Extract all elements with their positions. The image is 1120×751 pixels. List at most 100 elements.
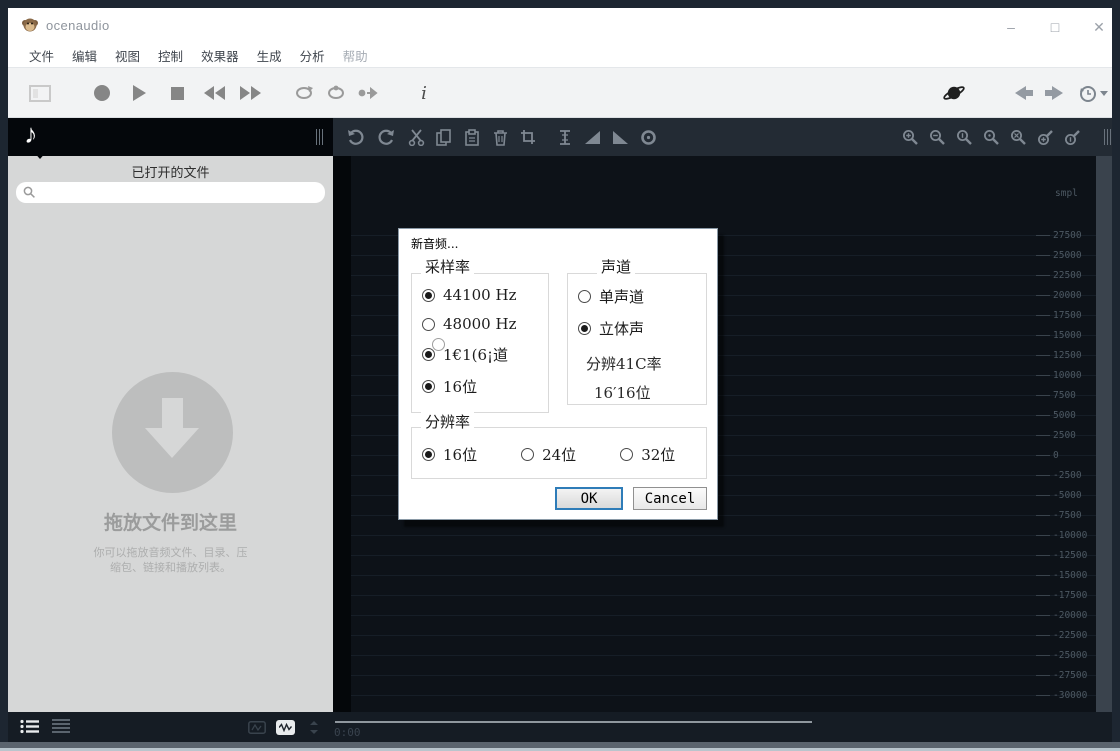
ruler-tick: [1036, 315, 1050, 316]
fast-forward-icon: [240, 86, 250, 100]
dropzone[interactable]: [112, 372, 233, 493]
play-from-cursor-button[interactable]: [356, 68, 380, 118]
menu-item[interactable]: 生成: [248, 43, 291, 68]
radio-option[interactable]: 单声道: [578, 286, 706, 307]
radio-option[interactable]: 立体声: [578, 318, 706, 339]
rewind-icon: [204, 86, 214, 100]
loop-button[interactable]: [292, 68, 316, 118]
radio-option[interactable]: 16位: [422, 444, 477, 465]
zoom-selection-button[interactable]: [951, 118, 978, 156]
copy-button[interactable]: [430, 118, 458, 156]
minimize-button[interactable]: –: [996, 16, 1026, 38]
search-icon: [23, 186, 36, 199]
app-logo-monkey-icon: [22, 17, 38, 33]
sidebar-toggle-button[interactable]: [24, 68, 56, 118]
compact-list-view-button[interactable]: [52, 719, 70, 733]
horizontal-scrollbar[interactable]: [335, 721, 812, 723]
ruler-tick: [1036, 695, 1050, 696]
radio-icon[interactable]: [578, 290, 591, 303]
search-input[interactable]: [16, 182, 325, 203]
paste-button[interactable]: [458, 118, 486, 156]
play-button[interactable]: [130, 68, 148, 118]
ruler-label: -7500: [1053, 510, 1082, 521]
logo-strip: ♪: [8, 118, 333, 156]
zoom-all-button[interactable]: [1005, 118, 1032, 156]
view-mode-waveform-button[interactable]: [276, 720, 295, 735]
zoom-all-icon: [1010, 129, 1027, 146]
view-mode-spectrum-button[interactable]: [248, 721, 266, 734]
channels-legend: 声道: [597, 256, 635, 277]
effects-button[interactable]: [634, 118, 662, 156]
zoom-out-icon: [929, 129, 946, 146]
navigate-back-button[interactable]: [1012, 68, 1036, 118]
ruler-label: -22500: [1053, 630, 1087, 641]
fade-in-button[interactable]: [578, 118, 606, 156]
radio-option[interactable]: 1€1(6¡道: [422, 344, 548, 365]
ruler-label: 15000: [1053, 330, 1082, 341]
scissors-icon: [408, 129, 425, 146]
mute-toggle-button[interactable]: [940, 68, 968, 118]
radio-icon[interactable]: [620, 448, 633, 461]
menu-item[interactable]: 控制: [149, 43, 192, 68]
radio-icon[interactable]: [521, 448, 534, 461]
mute-planet-icon: [942, 82, 966, 104]
zoom-in-button[interactable]: [897, 118, 924, 156]
channel-layout-button[interactable]: [307, 721, 321, 734]
radio-icon[interactable]: [422, 318, 435, 331]
menu-item[interactable]: 帮助: [334, 43, 377, 68]
maximize-button[interactable]: □: [1040, 16, 1070, 38]
vertical-zoom-out-button[interactable]: [1059, 118, 1086, 156]
history-button[interactable]: [1076, 68, 1110, 118]
toolbar-drag-handle-right[interactable]: [1100, 118, 1114, 156]
menu-item[interactable]: 编辑: [63, 43, 106, 68]
loop-selection-button[interactable]: [324, 68, 348, 118]
radio-icon[interactable]: [422, 348, 435, 361]
crop-button[interactable]: [514, 118, 542, 156]
radio-option[interactable]: 16位: [422, 376, 548, 397]
cancel-button[interactable]: Cancel: [633, 487, 707, 510]
delete-button[interactable]: [486, 118, 514, 156]
zoom-full-button[interactable]: [978, 118, 1005, 156]
close-button[interactable]: ✕: [1084, 16, 1114, 38]
radio-label: 24位: [542, 444, 576, 465]
radio-icon[interactable]: [422, 289, 435, 302]
navigate-forward-button[interactable]: [1042, 68, 1066, 118]
fast-forward-button[interactable]: [237, 68, 263, 118]
edit-toolbar: ♪: [8, 118, 1112, 156]
ruler-label: 25000: [1053, 250, 1082, 261]
radio-label: 32位: [641, 444, 675, 465]
redo-button[interactable]: [372, 118, 400, 156]
vertical-zoom-in-button[interactable]: [1032, 118, 1059, 156]
stop-button[interactable]: [168, 68, 186, 118]
zoom-selection-icon: [956, 129, 973, 146]
dropzone-title: 拖放文件到这里: [8, 508, 333, 535]
ruler-tick: [1036, 615, 1050, 616]
zoom-out-button[interactable]: [924, 118, 951, 156]
radio-option[interactable]: 48000 Hz: [422, 315, 548, 333]
loop-selection-icon: [325, 85, 347, 101]
radio-icon[interactable]: [422, 380, 435, 393]
file-list-view-button[interactable]: [20, 719, 40, 734]
rewind-button[interactable]: [201, 68, 227, 118]
radio-icon[interactable]: [422, 448, 435, 461]
info-button[interactable]: i: [414, 68, 434, 118]
gridline: [351, 555, 1096, 556]
menu-item[interactable]: 视图: [106, 43, 149, 68]
fade-out-button[interactable]: [606, 118, 634, 156]
normalize-icon: [557, 129, 573, 146]
dropzone-hint-line1: 你可以拖放音频文件、目录、压: [8, 544, 333, 560]
menu-item[interactable]: 文件: [20, 43, 63, 68]
ok-button[interactable]: OK: [555, 487, 623, 510]
radio-option[interactable]: 44100 Hz: [422, 286, 548, 304]
normalize-button[interactable]: [551, 118, 579, 156]
radio-option[interactable]: 24位: [521, 444, 576, 465]
vertical-scrollbar[interactable]: [1096, 156, 1112, 712]
menu-item[interactable]: 效果器: [192, 43, 248, 68]
toolbar-drag-handle[interactable]: [312, 118, 326, 156]
radio-icon[interactable]: [578, 322, 591, 335]
menu-item[interactable]: 分析: [291, 43, 334, 68]
cut-button[interactable]: [402, 118, 430, 156]
record-button[interactable]: [93, 68, 111, 118]
radio-option[interactable]: 32位: [620, 444, 675, 465]
undo-button[interactable]: [342, 118, 370, 156]
